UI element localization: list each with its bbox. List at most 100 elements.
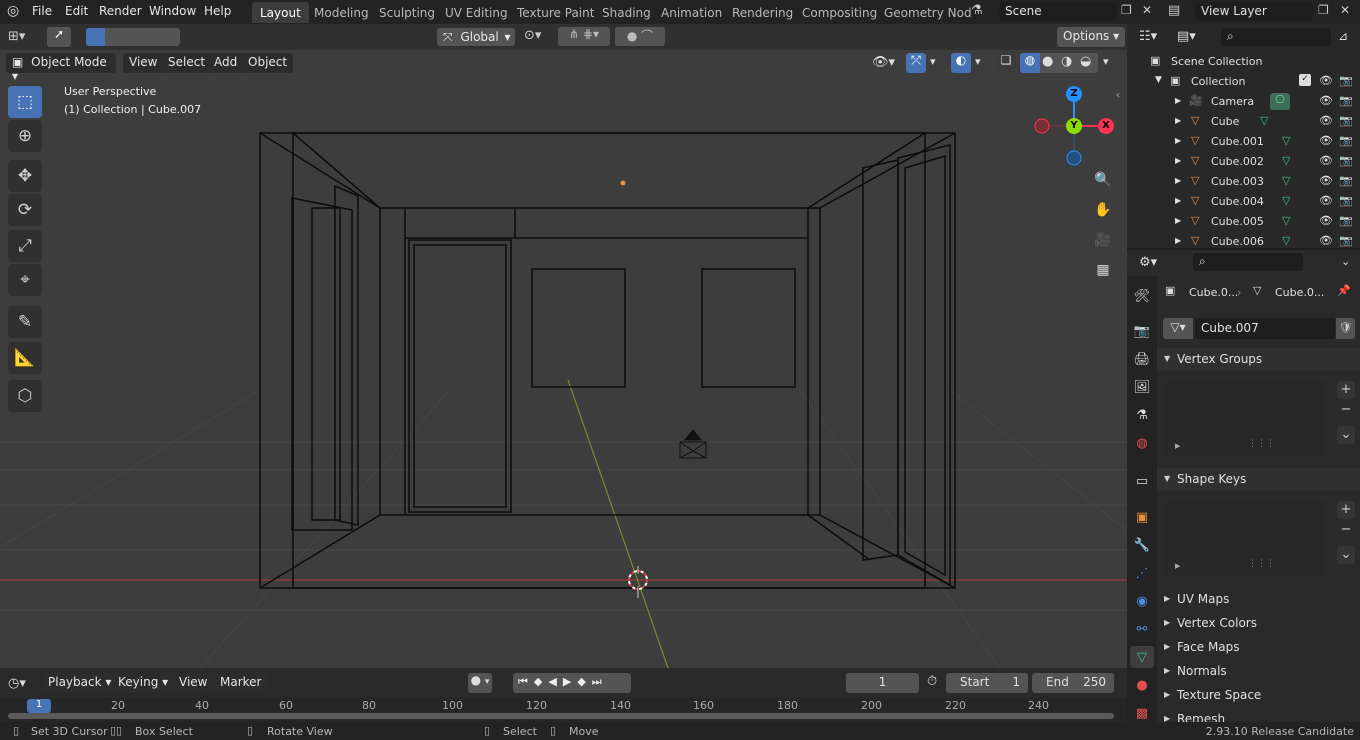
list-resize-handle[interactable]: ⋮⋮⋮ [1248, 439, 1275, 449]
menu-timeline-view[interactable]: View [173, 673, 214, 693]
perspective-grid-icon[interactable]: ▦ [1091, 258, 1115, 282]
outliner-item[interactable]: ▶ ▽ Cube.006 ▽ 👁 📷 [1127, 232, 1360, 248]
filter-icon[interactable]: ⊿ [1338, 29, 1348, 43]
tab-modeling[interactable]: Modeling [306, 2, 377, 23]
camera-render-icon[interactable]: 📷 [1339, 114, 1353, 127]
chevron-down-icon[interactable]: ⌄ [1341, 255, 1350, 268]
eye-icon[interactable]: 👁 [1319, 134, 1333, 147]
add-cube-tool[interactable]: ⬡ [8, 380, 42, 412]
scene-collection-row[interactable]: ▣ Scene Collection [1127, 52, 1360, 72]
start-frame-field[interactable]: Start 1 [946, 673, 1028, 693]
camera-render-icon[interactable]: 📷 [1339, 134, 1353, 147]
tab-geometry-nodes[interactable]: Geometry Nod [876, 2, 980, 23]
mesh-data-tab-icon[interactable]: ▽ [1130, 646, 1154, 668]
pivot-icon[interactable]: ⊙▾ [524, 28, 541, 43]
mesh-data-icon[interactable]: ▽ [1282, 174, 1290, 187]
expand-icon[interactable]: ▶ [1175, 136, 1181, 145]
menu-view[interactable]: View [123, 53, 164, 73]
tab-compositing[interactable]: Compositing [794, 2, 885, 23]
list-filter-icon[interactable]: ▶ [1175, 442, 1180, 450]
fake-user-icon[interactable]: 🛡 [1336, 318, 1355, 339]
outliner-search[interactable]: ⌕ [1221, 28, 1331, 46]
add-vertex-group-button[interactable]: + [1337, 381, 1355, 399]
sidebar-toggle-icon[interactable]: ‹ [1116, 90, 1120, 101]
jump-end-icon[interactable]: ⏭ [592, 675, 608, 688]
chevron-down-icon[interactable]: ▾ [930, 55, 936, 68]
camera-render-icon[interactable]: 📷 [1339, 214, 1353, 227]
tab-sculpting[interactable]: Sculpting [371, 2, 443, 23]
frame-ruler[interactable]: 1 20 40 60 80 100 120 140 160 180 200 22… [0, 698, 1127, 722]
collection-row[interactable]: ▼ ▣ Collection ✓ 👁 📷 [1127, 72, 1360, 92]
scale-tool[interactable]: ⤢ [8, 230, 42, 262]
view-layer-field[interactable]: View Layer [1195, 2, 1313, 21]
tab-animation[interactable]: Animation [653, 2, 730, 23]
mesh-data-icon[interactable]: ▽ [1282, 134, 1290, 147]
transform-tool[interactable]: ⌖ [8, 264, 42, 296]
measure-tool[interactable]: 📐 [8, 342, 42, 374]
move-tool[interactable]: ✥ [8, 160, 42, 192]
orientation-dropdown[interactable]: ⤧ Global ▾ [437, 28, 515, 46]
menu-add[interactable]: Add [208, 53, 244, 73]
eye-icon[interactable]: 👁 [1319, 174, 1333, 187]
shape-keys-list[interactable]: ▶ ⋮⋮⋮ [1163, 499, 1326, 577]
tool-tab-icon[interactable]: 🛠 [1130, 285, 1154, 307]
menu-render[interactable]: Render [99, 4, 142, 18]
new-view-layer-icon[interactable]: ❐ [1318, 3, 1329, 17]
uv-maps-panel-header[interactable]: ▶ UV Maps [1157, 588, 1360, 610]
select-box-tool[interactable]: ⬚ [8, 86, 42, 118]
camera-view-icon[interactable]: 🎥 [1091, 228, 1115, 252]
texture-space-panel-header[interactable]: ▶ Texture Space [1157, 684, 1360, 706]
physics-tab-icon[interactable]: ◉ [1130, 590, 1154, 612]
play-reverse-icon[interactable]: ◀ [548, 675, 562, 688]
selection-mode-buttons[interactable] [86, 28, 180, 46]
mode-dropdown[interactable]: ▣ Object Mode ▾ [6, 53, 116, 83]
gizmo-y[interactable]: Y [1066, 118, 1082, 134]
outliner-item[interactable]: ▶ ▽ Cube ▽ 👁 📷 [1127, 112, 1360, 132]
expand-icon[interactable]: ▶ [1175, 196, 1181, 205]
outliner-item[interactable]: ▶ ▽ Cube.003 ▽ 👁 📷 [1127, 172, 1360, 192]
remesh-panel-header[interactable]: ▶ Remesh [1157, 708, 1360, 722]
camera-render-icon[interactable]: 📷 [1339, 94, 1353, 107]
tab-shading[interactable]: Shading [594, 2, 659, 23]
tab-uv-editing[interactable]: UV Editing [437, 2, 516, 23]
eye-icon[interactable]: 👁 [1319, 74, 1333, 87]
outliner-item[interactable]: ▶ ▽ Cube.001 ▽ 👁 📷 [1127, 132, 1360, 152]
rotate-tool[interactable]: ⟳ [8, 194, 42, 226]
tab-layout[interactable]: Layout [252, 2, 309, 23]
remove-view-layer-icon[interactable]: ✕ [1340, 3, 1350, 17]
vertex-groups-panel-header[interactable]: ▼ Vertex Groups [1157, 348, 1360, 370]
menu-keying[interactable]: Keying ▾ [112, 673, 175, 693]
texture-tab-icon[interactable]: ▩ [1130, 702, 1154, 724]
menu-file[interactable]: File [32, 4, 52, 18]
mesh-data-icon[interactable]: ▽ [1260, 114, 1268, 127]
camera-data-icon[interactable]: ⎔ [1270, 93, 1290, 110]
pin-icon[interactable]: 📌 [1337, 284, 1351, 297]
shading-buttons[interactable]: ◍ ● ◑ ◒ [1020, 53, 1098, 73]
menu-marker[interactable]: Marker [214, 673, 268, 693]
remove-scene-icon[interactable]: ✕ [1142, 3, 1152, 17]
display-mode-icon[interactable]: ▤▾ [1177, 29, 1196, 44]
expand-icon[interactable]: ▼ [1155, 75, 1162, 85]
constraints-tab-icon[interactable]: ⚯ [1130, 618, 1154, 640]
scene-tab-icon[interactable]: ⚗ [1130, 404, 1154, 426]
mesh-data-icon[interactable]: ▽ [1282, 194, 1290, 207]
cursor-tool[interactable]: ⊕ [8, 120, 42, 152]
timeline-editor-icon[interactable]: ◷▾ [8, 676, 26, 691]
options-button[interactable]: Options ▾ [1057, 27, 1126, 47]
zoom-icon[interactable]: 🔍 [1091, 168, 1115, 192]
add-shape-key-button[interactable]: + [1337, 501, 1355, 519]
mesh-data-icon[interactable]: ▽ [1282, 214, 1290, 227]
camera-render-icon[interactable]: 📷 [1339, 234, 1353, 247]
menu-object[interactable]: Object [242, 53, 294, 73]
list-resize-handle[interactable]: ⋮⋮⋮ [1248, 559, 1275, 569]
editor-type-icon[interactable]: ⊞▾ [8, 29, 25, 44]
expand-icon[interactable]: ▶ [1175, 216, 1181, 225]
remove-vertex-group-button[interactable]: − [1337, 401, 1355, 419]
outliner-item[interactable]: ▶ ▽ Cube.005 ▽ 👁 📷 [1127, 212, 1360, 232]
material-shading-icon[interactable]: ◑ [1061, 54, 1072, 69]
scene-icon[interactable]: ⚗ [971, 3, 983, 18]
view-layer-icon[interactable]: ▤ [1168, 3, 1180, 18]
list-filter-icon[interactable]: ▶ [1175, 562, 1180, 570]
menu-edit[interactable]: Edit [65, 4, 88, 18]
vertex-groups-list[interactable]: ▶ ⋮⋮⋮ [1163, 379, 1326, 457]
